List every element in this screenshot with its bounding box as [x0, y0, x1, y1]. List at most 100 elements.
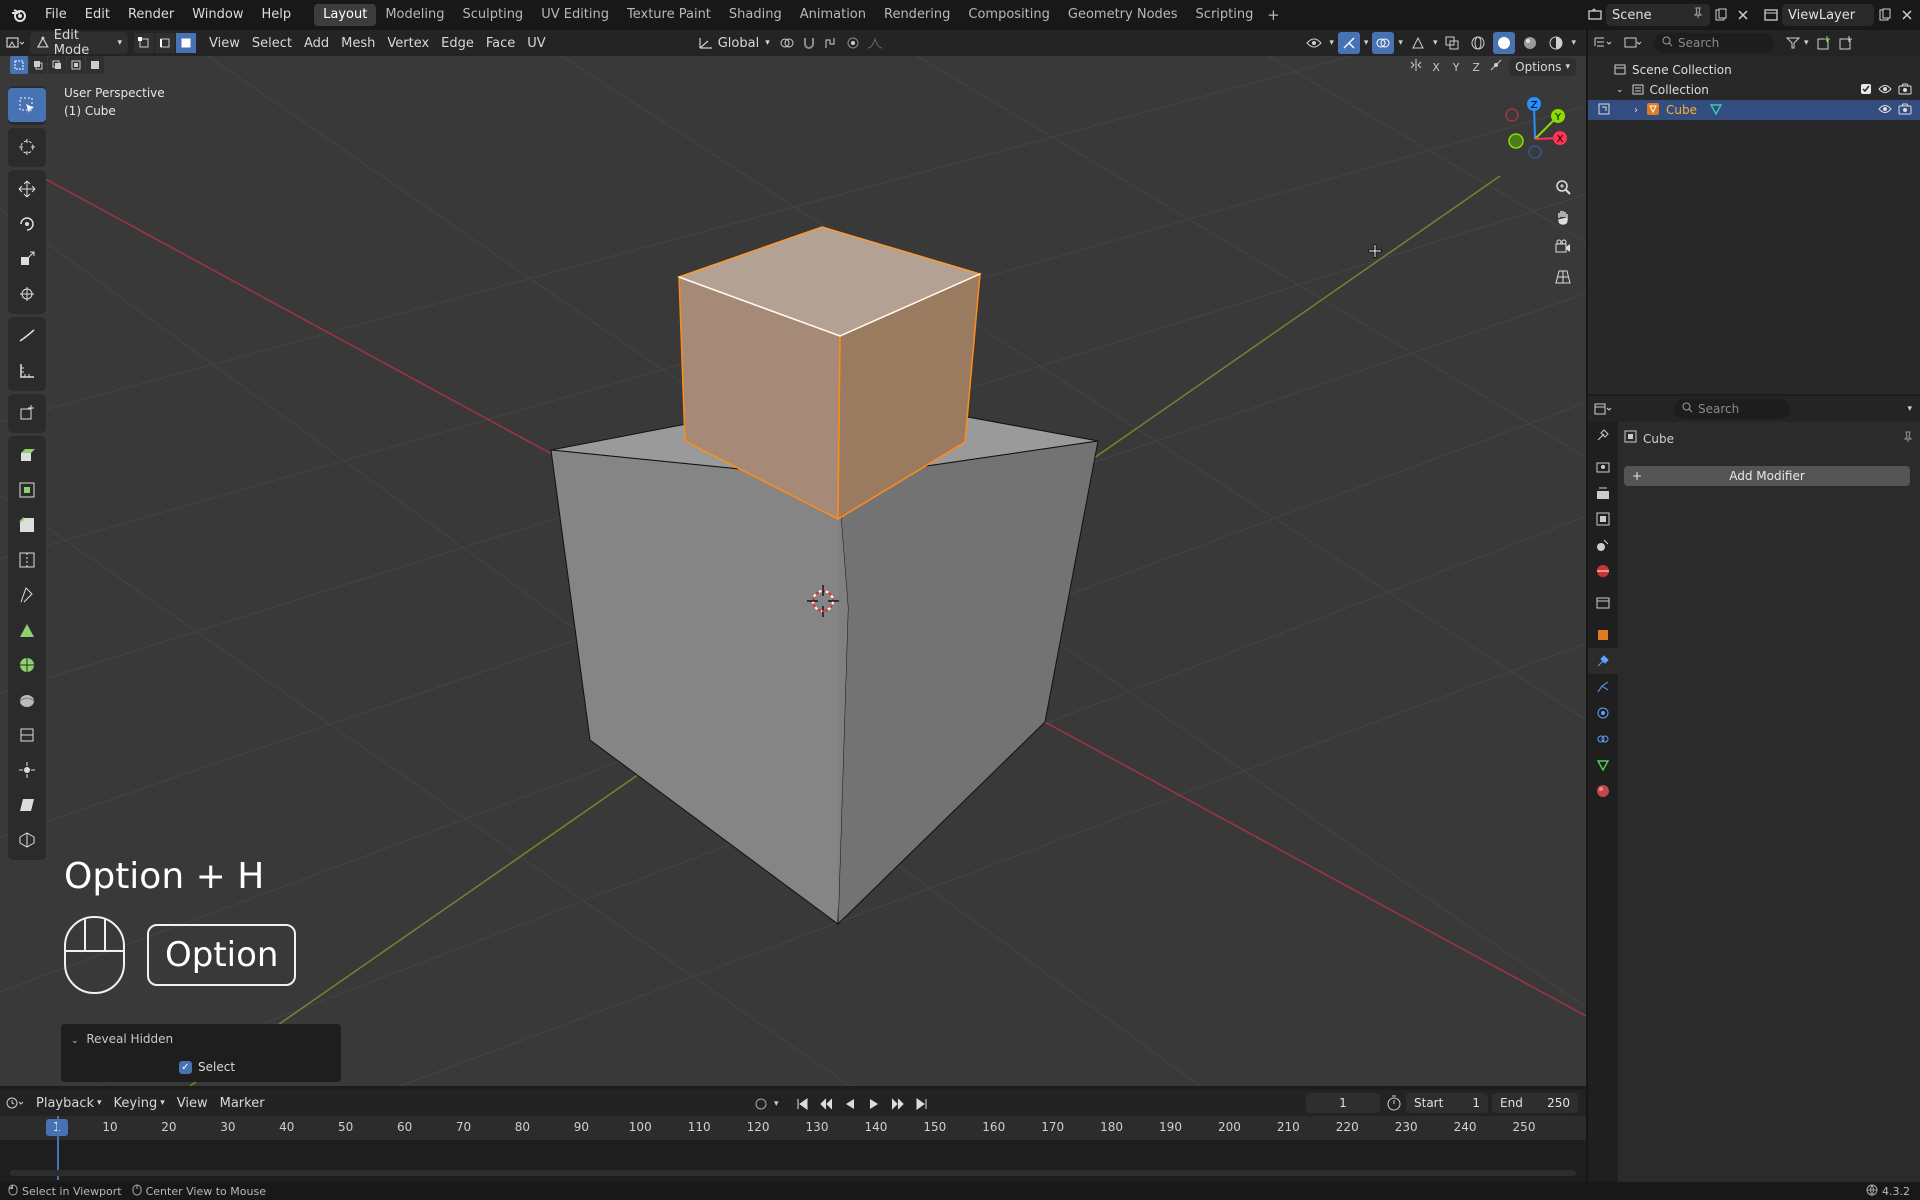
new-scene-icon[interactable]: [1710, 4, 1732, 26]
smooth-tool-icon[interactable]: [8, 683, 46, 717]
outliner-search-input[interactable]: Search: [1654, 33, 1774, 53]
add-workspace-icon[interactable]: +: [1262, 6, 1284, 24]
menu-playback[interactable]: Playback ▾: [30, 1092, 108, 1114]
visibility-toggle-icon[interactable]: [1303, 32, 1325, 54]
menu-mesh[interactable]: Mesh: [335, 32, 381, 54]
render-tab-icon[interactable]: [1588, 454, 1618, 480]
menu-edge[interactable]: Edge: [435, 32, 480, 54]
scene-icon[interactable]: [1584, 4, 1606, 26]
auto-merge-icon[interactable]: [1489, 58, 1503, 76]
rotate-tool-icon[interactable]: [8, 207, 46, 241]
tool-tab-icon[interactable]: [1588, 422, 1618, 448]
rip-region-tool-icon[interactable]: [8, 823, 46, 857]
move-tool-icon[interactable]: [8, 172, 46, 206]
display-mode-button[interactable]: [1618, 32, 1648, 54]
editor-type-button[interactable]: [0, 32, 30, 54]
pan-hand-icon[interactable]: [1548, 202, 1578, 232]
physics-tab-icon[interactable]: [1588, 700, 1618, 726]
jump-end-icon[interactable]: [911, 1093, 933, 1115]
mirror-z-toggle[interactable]: Z: [1469, 61, 1483, 74]
tab-geometry-nodes[interactable]: Geometry Nodes: [1059, 4, 1187, 26]
tab-modeling[interactable]: Modeling: [376, 4, 453, 26]
menu-edit[interactable]: Edit: [76, 3, 119, 27]
outliner-row-collection[interactable]: ⌄ Collection: [1588, 80, 1920, 100]
chevron-down-icon[interactable]: ▾: [774, 1099, 779, 1109]
mirror-x-toggle[interactable]: X: [1429, 61, 1443, 74]
pin-icon[interactable]: [1692, 7, 1704, 23]
rendered-shading-icon[interactable]: [1545, 32, 1567, 54]
cursor-tool-icon[interactable]: [8, 130, 46, 164]
modifier-tab-icon[interactable]: [1588, 648, 1618, 674]
chevron-down-icon[interactable]: ▾: [1804, 38, 1809, 48]
poly-build-tool-icon[interactable]: [8, 613, 46, 647]
select-subtract-icon[interactable]: [48, 56, 66, 74]
chevron-down-icon[interactable]: ⌄: [1616, 85, 1624, 95]
edge-select-icon[interactable]: [155, 33, 175, 53]
camera-render-icon[interactable]: [1898, 83, 1912, 98]
blender-logo-icon[interactable]: [10, 6, 28, 24]
mode-dropdown[interactable]: Edit Mode ▾: [30, 28, 128, 58]
edge-slide-tool-icon[interactable]: [8, 718, 46, 752]
play-reverse-icon[interactable]: [839, 1093, 861, 1115]
view-layer-icon[interactable]: [1760, 4, 1782, 26]
add-modifier-button[interactable]: + Add Modifier: [1624, 466, 1910, 486]
add-cube-tool-icon[interactable]: [8, 396, 46, 430]
output-tab-icon[interactable]: [1588, 480, 1618, 506]
menu-marker[interactable]: Marker: [214, 1092, 271, 1114]
tab-layout[interactable]: Layout: [314, 4, 377, 26]
menu-vertex[interactable]: Vertex: [381, 32, 435, 54]
menu-keying[interactable]: Keying ▾: [108, 1092, 171, 1114]
play-icon[interactable]: [863, 1093, 885, 1115]
outliner-editor-type-button[interactable]: [1588, 32, 1618, 54]
redo-panel-header[interactable]: ⌄ Reveal Hidden: [71, 1032, 173, 1046]
chevron-down-icon[interactable]: ▾: [1571, 38, 1576, 48]
delete-view-layer-icon[interactable]: [1896, 4, 1918, 26]
select-box-tool-icon[interactable]: [8, 88, 46, 122]
pivot-point-icon[interactable]: [776, 32, 798, 54]
menu-timeline-view[interactable]: View: [171, 1092, 214, 1114]
3d-viewport[interactable]: User Perspective (1) Cube X Y Z Options …: [0, 56, 1586, 1086]
navigation-gizmo[interactable]: Z Y X: [1500, 94, 1580, 174]
spin-tool-icon[interactable]: [8, 648, 46, 682]
menu-select[interactable]: Select: [246, 32, 298, 54]
properties-editor-type-button[interactable]: [1588, 398, 1618, 420]
snap-toggle-icon[interactable]: [798, 32, 820, 54]
stopwatch-icon[interactable]: [1386, 1095, 1402, 1115]
menu-render[interactable]: Render: [119, 3, 183, 27]
outliner-row-scene-collection[interactable]: Scene Collection: [1588, 60, 1920, 80]
end-frame-field[interactable]: End 250: [1492, 1093, 1578, 1113]
select-checkbox-row[interactable]: ✓ Select: [179, 1060, 235, 1074]
particles-tab-icon[interactable]: [1588, 674, 1618, 700]
world-tab-icon[interactable]: [1588, 558, 1618, 584]
proportional-edit-icon[interactable]: [842, 32, 864, 54]
tab-compositing[interactable]: Compositing: [959, 4, 1059, 26]
menu-face[interactable]: Face: [480, 32, 521, 54]
face-select-icon[interactable]: [176, 33, 196, 53]
chevron-down-icon[interactable]: ▾: [1433, 38, 1438, 48]
chevron-down-icon[interactable]: ▾: [1364, 38, 1369, 48]
new-object-icon[interactable]: [1835, 32, 1857, 54]
tab-animation[interactable]: Animation: [791, 4, 875, 26]
tab-sculpting[interactable]: Sculpting: [453, 4, 532, 26]
outliner-row-cube[interactable]: › Cube: [1588, 100, 1920, 120]
properties-search-input[interactable]: Search: [1674, 399, 1790, 419]
scale-tool-icon[interactable]: [8, 242, 46, 276]
scene-name-field[interactable]: Scene: [1606, 4, 1710, 26]
delete-scene-icon[interactable]: [1732, 4, 1754, 26]
menu-view[interactable]: View: [203, 32, 246, 54]
transform-tool-icon[interactable]: [8, 277, 46, 311]
vertex-select-icon[interactable]: [134, 33, 154, 53]
mesh-edit-overlays-icon[interactable]: [1407, 32, 1429, 54]
chevron-right-icon[interactable]: ›: [1634, 105, 1638, 116]
jump-keyframe-forward-icon[interactable]: [887, 1093, 909, 1115]
shear-tool-icon[interactable]: [8, 788, 46, 822]
tab-texture-paint[interactable]: Texture Paint: [618, 4, 720, 26]
material-preview-icon[interactable]: [1519, 32, 1541, 54]
new-view-layer-icon[interactable]: [1874, 4, 1896, 26]
menu-file[interactable]: File: [36, 3, 76, 27]
measure-tool-icon[interactable]: [8, 354, 46, 388]
xray-toggle-icon[interactable]: [1441, 32, 1463, 54]
options-dropdown[interactable]: Options ▾: [1509, 58, 1576, 76]
perspective-toggle-icon[interactable]: [1548, 262, 1578, 292]
object-data-icon[interactable]: [1598, 103, 1612, 118]
